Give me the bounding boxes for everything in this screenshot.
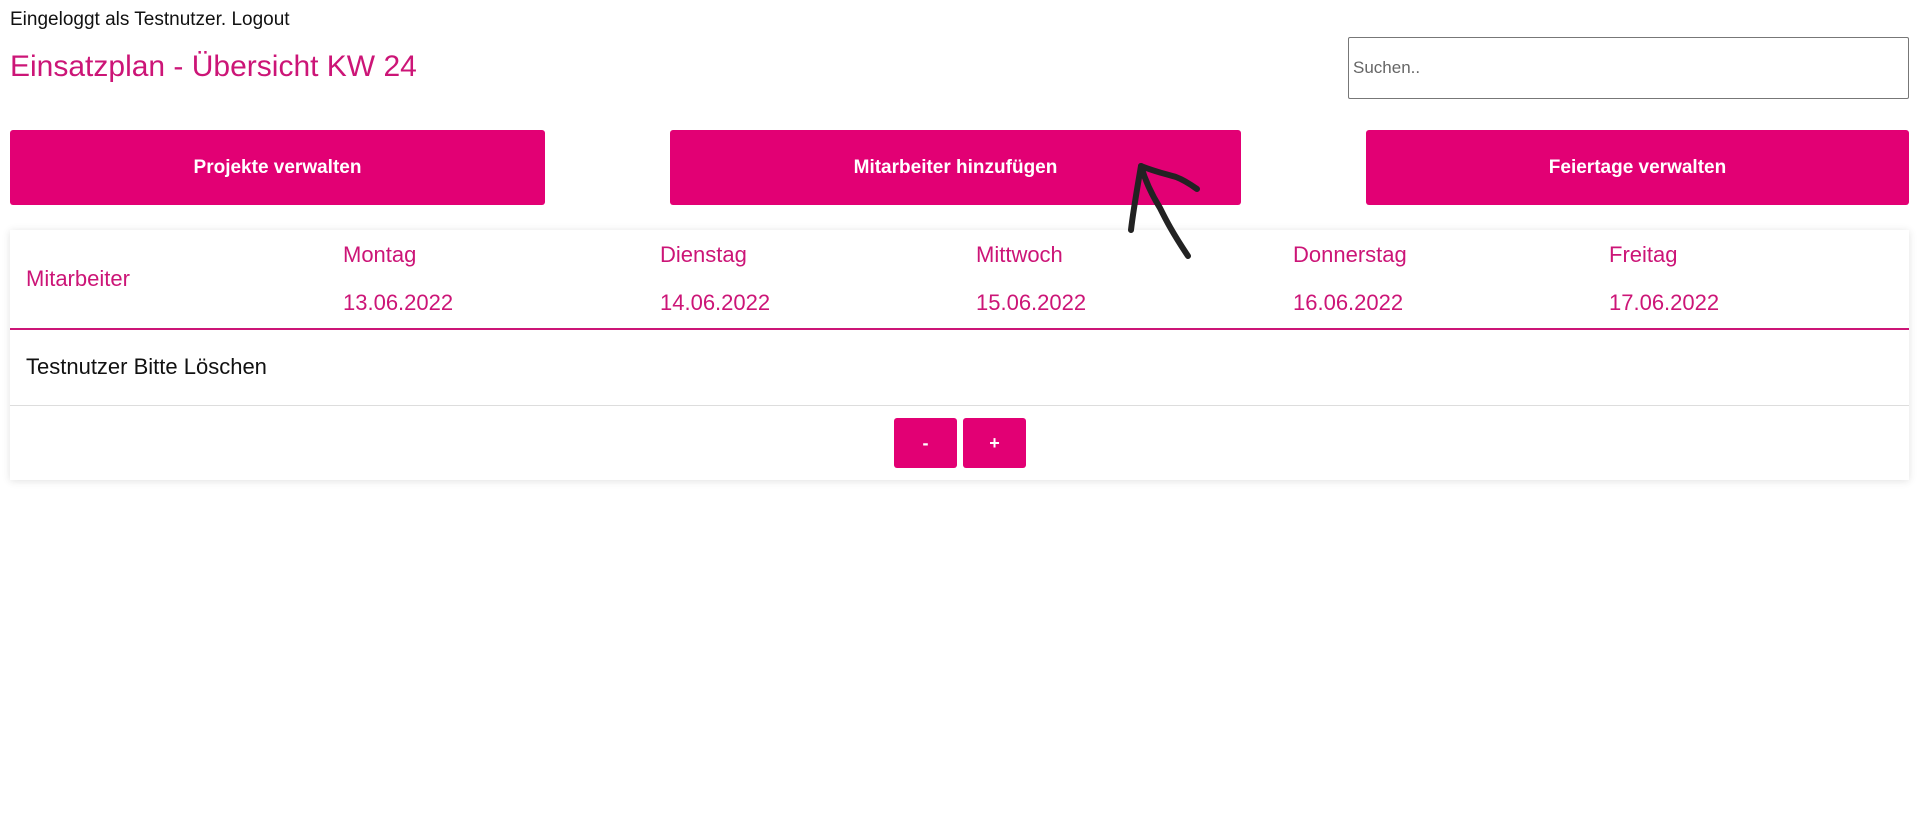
day-name: Montag [343, 242, 417, 267]
login-status-line: Eingeloggt als Testnutzer. Logout [10, 9, 290, 31]
schedule-table: Mitarbeiter Montag 13.06.2022 Dienstag 1… [10, 230, 1909, 480]
search-input[interactable] [1348, 37, 1909, 99]
employee-name[interactable]: Testnutzer Bitte Löschen [26, 354, 267, 380]
minus-button[interactable]: - [894, 418, 957, 468]
day-name: Dienstag [660, 242, 747, 267]
employee-column-header: Mitarbeiter [26, 266, 130, 291]
day-header-friday: Freitag 17.06.2022 [1609, 242, 1719, 316]
login-status-text: Eingeloggt als Testnutzer. [10, 9, 227, 30]
day-header-wednesday: Mittwoch 15.06.2022 [976, 242, 1086, 316]
table-header-row: Mitarbeiter Montag 13.06.2022 Dienstag 1… [10, 230, 1909, 330]
add-employee-button[interactable]: Mitarbeiter hinzufügen [670, 130, 1241, 205]
day-date: 14.06.2022 [660, 290, 771, 315]
logout-link[interactable]: Logout [231, 9, 289, 30]
manage-holidays-button[interactable]: Feiertage verwalten [1366, 130, 1909, 205]
plus-button[interactable]: + [963, 418, 1026, 468]
table-row[interactable]: Testnutzer Bitte Löschen [10, 330, 1909, 406]
day-name: Freitag [1609, 242, 1678, 267]
day-header-thursday: Donnerstag 16.06.2022 [1293, 242, 1407, 316]
day-header-tuesday: Dienstag 14.06.2022 [660, 242, 770, 316]
page-title: Einsatzplan - Übersicht KW 24 [10, 50, 417, 83]
manage-projects-button[interactable]: Projekte verwalten [10, 130, 545, 205]
day-date: 15.06.2022 [976, 290, 1087, 315]
day-date: 16.06.2022 [1293, 290, 1404, 315]
day-date: 13.06.2022 [343, 290, 454, 315]
day-header-monday: Montag 13.06.2022 [343, 242, 453, 316]
day-name: Mittwoch [976, 242, 1063, 267]
day-date: 17.06.2022 [1609, 290, 1720, 315]
day-name: Donnerstag [1293, 242, 1407, 267]
